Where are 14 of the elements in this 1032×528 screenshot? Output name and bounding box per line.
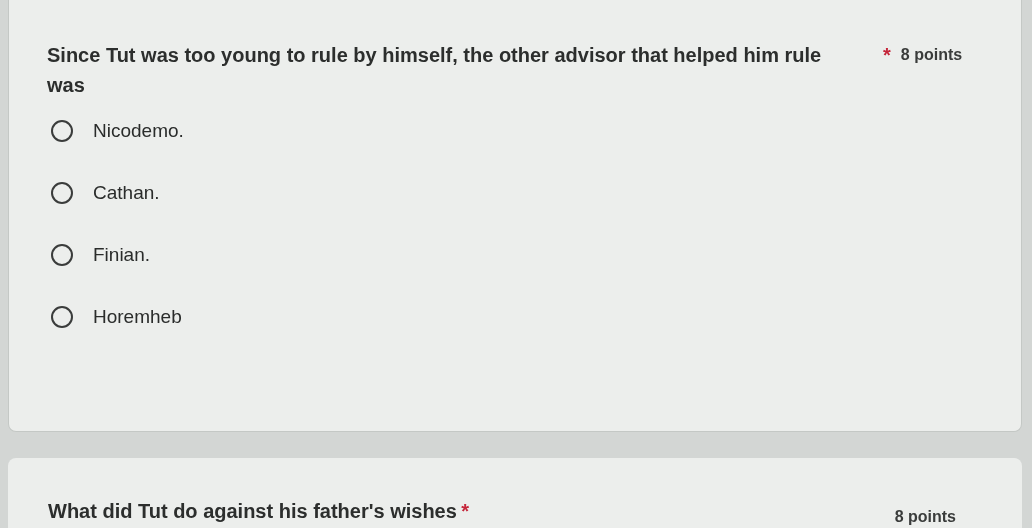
- required-asterisk: *: [883, 43, 891, 68]
- required-asterisk: *: [461, 500, 470, 522]
- radio-button[interactable]: [51, 306, 73, 328]
- option-label[interactable]: Nicodemo.: [93, 120, 184, 142]
- option-label[interactable]: Horemheb: [93, 306, 182, 328]
- question-text: What did Tut do against his father's wishes: [48, 500, 457, 522]
- option-label[interactable]: Finian.: [93, 244, 151, 266]
- radio-button[interactable]: [51, 120, 73, 142]
- option-label[interactable]: Cathan.: [93, 182, 160, 204]
- question-text: Since Tut was too young to rule by himself, the other advisor that helped him rule was: [47, 43, 823, 98]
- radio-button[interactable]: [51, 244, 73, 266]
- points-label: 8 points: [900, 45, 963, 65]
- radio-button[interactable]: [51, 182, 73, 204]
- points-label: 8 points: [894, 507, 956, 527]
